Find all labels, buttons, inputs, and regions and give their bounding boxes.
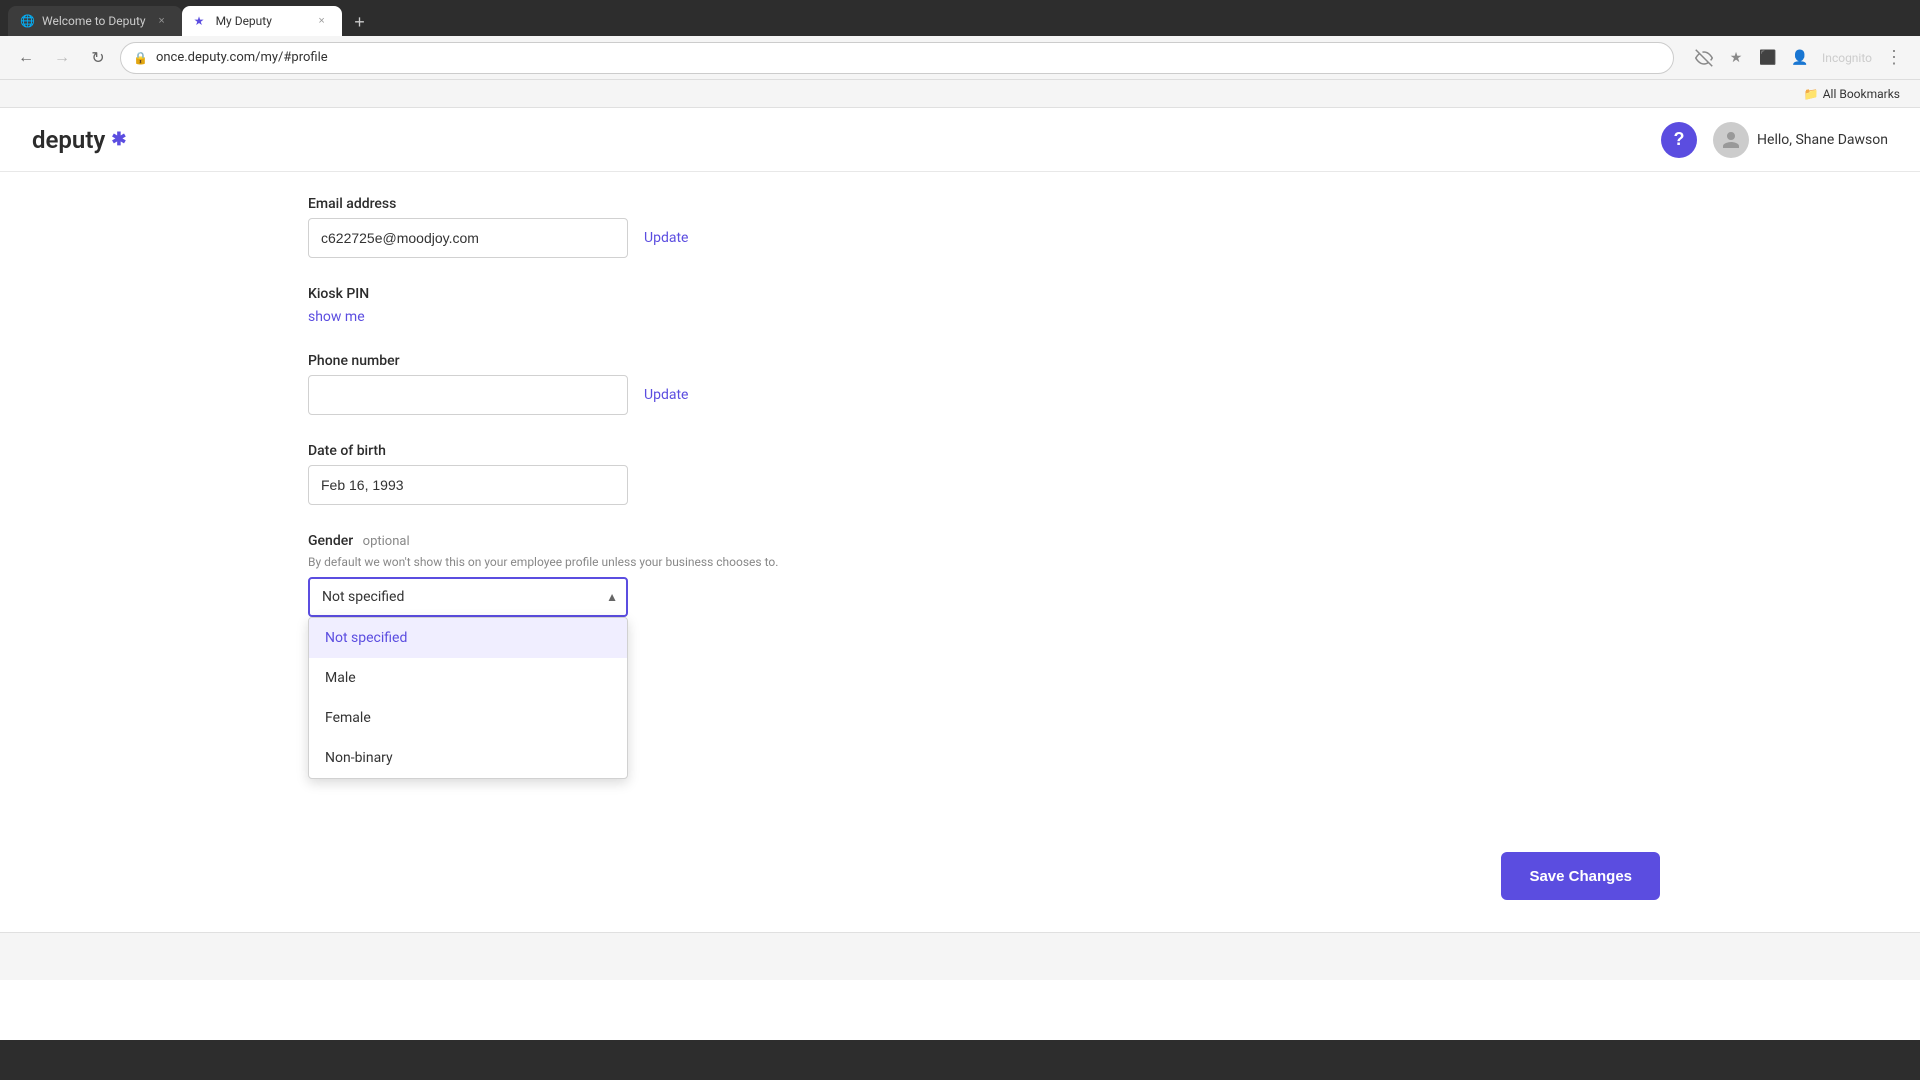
new-tab-button[interactable]: +: [346, 8, 374, 36]
gender-dropdown[interactable]: Not specified: [308, 577, 628, 617]
gender-option-male[interactable]: Male: [309, 658, 627, 698]
tab-title-welcome: Welcome to Deputy: [42, 14, 146, 28]
form-section: Email address Update Kiosk PIN show me P…: [308, 172, 1008, 669]
user-info[interactable]: Hello, Shane Dawson: [1713, 122, 1888, 158]
dob-label: Date of birth: [308, 443, 1008, 459]
app-header: deputy ✱ ? Hello, Shane Dawson: [0, 108, 1920, 172]
forward-button[interactable]: →: [48, 44, 76, 72]
help-button[interactable]: ?: [1661, 122, 1697, 158]
tab-close-welcome[interactable]: ×: [154, 13, 170, 29]
refresh-button[interactable]: ↻: [84, 44, 112, 72]
extension-icon[interactable]: ⬛: [1754, 44, 1782, 72]
bookmarks-label: All Bookmarks: [1823, 87, 1900, 101]
tab-favicon-mydeputy: ★: [194, 14, 208, 28]
page-content: deputy ✱ ? Hello, Shane Dawson: [0, 108, 1920, 1040]
phone-update-link[interactable]: Update: [644, 387, 688, 403]
phone-group: Phone number Update: [308, 353, 1008, 415]
tab-favicon-welcome: 🌐: [20, 14, 34, 28]
gender-hint: By default we won't show this on your em…: [308, 555, 1008, 569]
email-update-link[interactable]: Update: [644, 230, 688, 246]
email-group: Email address Update: [308, 196, 1008, 258]
save-changes-button[interactable]: Save Changes: [1501, 852, 1660, 900]
kiosk-pin-label: Kiosk PIN: [308, 286, 1008, 302]
gender-dropdown-wrapper: Not specified ▲ Not specified Male Fema: [308, 577, 628, 617]
dob-group: Date of birth: [308, 443, 1008, 505]
tab-welcome[interactable]: 🌐 Welcome to Deputy ×: [8, 6, 182, 36]
main-container: Email address Update Kiosk PIN show me P…: [260, 172, 1660, 932]
gender-option-female[interactable]: Female: [309, 698, 627, 738]
save-button-container: Save Changes: [1501, 852, 1660, 900]
phone-row: Update: [308, 375, 1008, 415]
phone-label: Phone number: [308, 353, 1008, 369]
visibility-off-icon[interactable]: [1690, 44, 1718, 72]
user-avatar: [1713, 122, 1749, 158]
gender-option-non-binary[interactable]: Non-binary: [309, 738, 627, 778]
phone-field[interactable]: [308, 375, 628, 415]
gender-selected-value: Not specified: [322, 589, 404, 605]
gender-group: Gender optional By default we won't show…: [308, 533, 1008, 617]
kiosk-pin-group: Kiosk PIN show me: [308, 286, 1008, 325]
back-button[interactable]: ←: [12, 44, 40, 72]
tab-close-mydeputy[interactable]: ×: [314, 13, 330, 29]
email-field[interactable]: [308, 218, 628, 258]
gender-option-not-specified[interactable]: Not specified: [309, 618, 627, 658]
gender-dropdown-menu: Not specified Male Female Non-binary: [308, 617, 628, 779]
incognito-label: Incognito: [1818, 51, 1876, 65]
bookmarks-folder-button[interactable]: 📁 All Bookmarks: [1796, 85, 1908, 103]
tab-title-mydeputy: My Deputy: [216, 14, 306, 28]
toolbar-actions: ★ ⬛ 👤 Incognito ⋮: [1690, 44, 1908, 72]
dob-field[interactable]: [308, 465, 628, 505]
header-actions: ? Hello, Shane Dawson: [1661, 122, 1888, 158]
tab-mydeputy[interactable]: ★ My Deputy ×: [182, 6, 342, 36]
email-label: Email address: [308, 196, 1008, 212]
email-row: Update: [308, 218, 1008, 258]
tab-bar: 🌐 Welcome to Deputy × ★ My Deputy × +: [0, 0, 1920, 36]
profile-icon[interactable]: 👤: [1786, 44, 1814, 72]
gender-label: Gender optional: [308, 533, 1008, 549]
logo-text: deputy: [32, 126, 105, 154]
menu-icon[interactable]: ⋮: [1880, 44, 1908, 72]
gender-optional-label: optional: [363, 534, 410, 549]
folder-icon: 📁: [1804, 87, 1819, 101]
browser-window: 🌐 Welcome to Deputy × ★ My Deputy × + ← …: [0, 0, 1920, 1080]
logo-star: ✱: [111, 129, 126, 150]
browser-toolbar: ← → ↻ 🔒 once.deputy.com/my/#profile ★ ⬛ …: [0, 36, 1920, 80]
kiosk-show-link[interactable]: show me: [308, 309, 365, 325]
bookmarks-bar: 📁 All Bookmarks: [0, 80, 1920, 108]
deputy-logo: deputy ✱: [32, 126, 126, 154]
address-bar[interactable]: 🔒 once.deputy.com/my/#profile: [120, 42, 1674, 74]
star-icon[interactable]: ★: [1722, 44, 1750, 72]
url-display: once.deputy.com/my/#profile: [156, 50, 1661, 65]
page-footer: [0, 932, 1920, 980]
lock-icon: 🔒: [133, 51, 148, 65]
user-name: Hello, Shane Dawson: [1757, 132, 1888, 148]
